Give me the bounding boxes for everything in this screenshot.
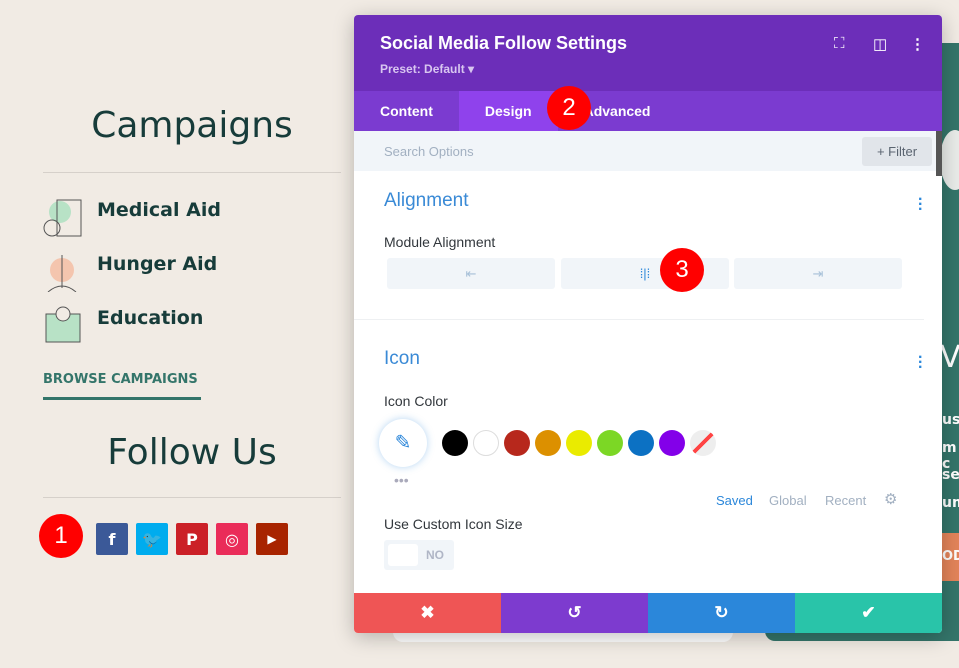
toggle-label: NO	[426, 548, 444, 562]
hero-heading: VO	[940, 340, 959, 375]
icon-color-label: Icon Color	[384, 393, 448, 409]
modal-title: Social Media Follow Settings	[380, 33, 628, 53]
campaigns-title: Campaigns	[91, 105, 293, 146]
more-swatches-icon[interactable]: •••	[394, 472, 409, 488]
redo-icon[interactable]: ↻	[648, 593, 795, 633]
gear-icon[interactable]: ⚙	[884, 490, 897, 508]
undo-icon[interactable]: ↺	[501, 593, 648, 633]
split-view-icon[interactable]: ◫	[873, 35, 887, 53]
save-check-icon[interactable]: ✔	[795, 593, 942, 633]
hero-text: um	[942, 495, 959, 511]
campaign-education[interactable]: Education	[97, 307, 203, 329]
align-left-button[interactable]: ⇤	[387, 258, 555, 289]
follow-us-title: Follow Us	[107, 432, 277, 473]
tab-content[interactable]: Content	[354, 91, 459, 131]
search-bar: Search Options + Filter	[354, 131, 942, 171]
palette-saved-tab[interactable]: Saved	[716, 493, 753, 508]
campaign-medical-aid[interactable]: Medical Aid	[97, 199, 221, 221]
hero-text: us	[942, 412, 959, 428]
color-swatch[interactable]	[659, 430, 685, 456]
divider	[354, 319, 924, 320]
donate-button[interactable]: ODA	[942, 533, 959, 581]
palette-recent-tab[interactable]: Recent	[825, 493, 866, 508]
color-swatch[interactable]	[442, 430, 468, 456]
toggle-knob	[388, 544, 418, 566]
close-icon[interactable]: ✖	[354, 593, 501, 633]
modal-footer: ✖ ↺ ↻ ✔	[354, 593, 942, 633]
tab-bar: Content Design Advanced	[354, 91, 942, 131]
color-swatch[interactable]	[504, 430, 530, 456]
medicine-bottle-icon	[43, 199, 82, 237]
plant-icon	[47, 255, 77, 292]
step-badge-2: 2	[547, 86, 591, 130]
more-options-icon[interactable]: ⋮	[910, 35, 925, 53]
color-swatch[interactable]	[535, 430, 561, 456]
hero-text: ser	[942, 467, 959, 483]
pinterest-icon[interactable]: P	[176, 523, 208, 555]
step-badge-1: 1	[39, 514, 83, 558]
instagram-icon[interactable]: ◎	[216, 523, 248, 555]
divider	[43, 172, 341, 173]
settings-modal: Social Media Follow Settings Preset: Def…	[354, 15, 942, 633]
fullscreen-icon[interactable]: ⛶	[834, 35, 845, 52]
divider	[43, 497, 341, 498]
scrollbar[interactable]	[936, 131, 942, 176]
twitter-icon[interactable]: 🐦	[136, 523, 168, 555]
custom-icon-size-toggle[interactable]: NO	[384, 540, 454, 570]
campaign-hunger-aid[interactable]: Hunger Aid	[97, 253, 217, 275]
modal-header: Social Media Follow Settings Preset: Def…	[354, 15, 942, 91]
color-swatch[interactable]	[628, 430, 654, 456]
filter-button[interactable]: + Filter	[862, 137, 932, 166]
section-menu-icon[interactable]: · · ·	[918, 192, 923, 218]
align-center-button[interactable]: ⁞|⁞	[561, 258, 729, 289]
preset-dropdown[interactable]: Preset: Default ▾	[380, 62, 474, 76]
facebook-icon[interactable]: f	[96, 523, 128, 555]
color-swatch[interactable]	[473, 430, 499, 456]
section-icon-title[interactable]: Icon	[384, 348, 420, 370]
section-menu-icon[interactable]: · · ·	[918, 350, 923, 376]
eyedropper-icon[interactable]: ✎	[379, 419, 427, 467]
book-lightbulb-icon	[45, 306, 81, 343]
search-input[interactable]: Search Options	[384, 144, 474, 159]
palette-global-tab[interactable]: Global	[769, 493, 807, 508]
custom-icon-size-label: Use Custom Icon Size	[384, 516, 523, 532]
youtube-icon[interactable]: ▶	[256, 523, 288, 555]
section-alignment-title[interactable]: Alignment	[384, 190, 469, 212]
color-swatch[interactable]	[566, 430, 592, 456]
color-swatch[interactable]	[597, 430, 623, 456]
browse-campaigns-link[interactable]: BROWSE CAMPAIGNS	[43, 372, 201, 400]
step-badge-3: 3	[660, 248, 704, 292]
clear-color-swatch[interactable]	[690, 430, 716, 456]
module-alignment-label: Module Alignment	[384, 234, 496, 250]
tab-design[interactable]: Design	[458, 91, 558, 131]
align-right-button[interactable]: ⇥	[734, 258, 902, 289]
